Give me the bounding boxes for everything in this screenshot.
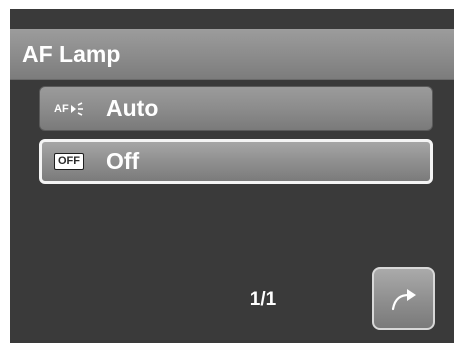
- option-off[interactable]: OFF Off: [39, 139, 433, 184]
- title-bar: AF Lamp: [10, 29, 454, 80]
- option-auto-label: Auto: [106, 95, 159, 121]
- return-arrow-icon: [391, 288, 416, 310]
- option-auto[interactable]: AF Auto: [39, 86, 433, 131]
- camera-menu-screen: AF Lamp AF Auto OFF Off 1/1: [10, 9, 454, 343]
- page-indicator: 1/1: [249, 289, 277, 310]
- back-button[interactable]: [372, 267, 435, 330]
- option-off-label: Off: [106, 148, 140, 174]
- af-lamp-icon: AF: [54, 87, 84, 130]
- off-icon: OFF: [54, 142, 84, 181]
- page-title: AF Lamp: [22, 41, 121, 67]
